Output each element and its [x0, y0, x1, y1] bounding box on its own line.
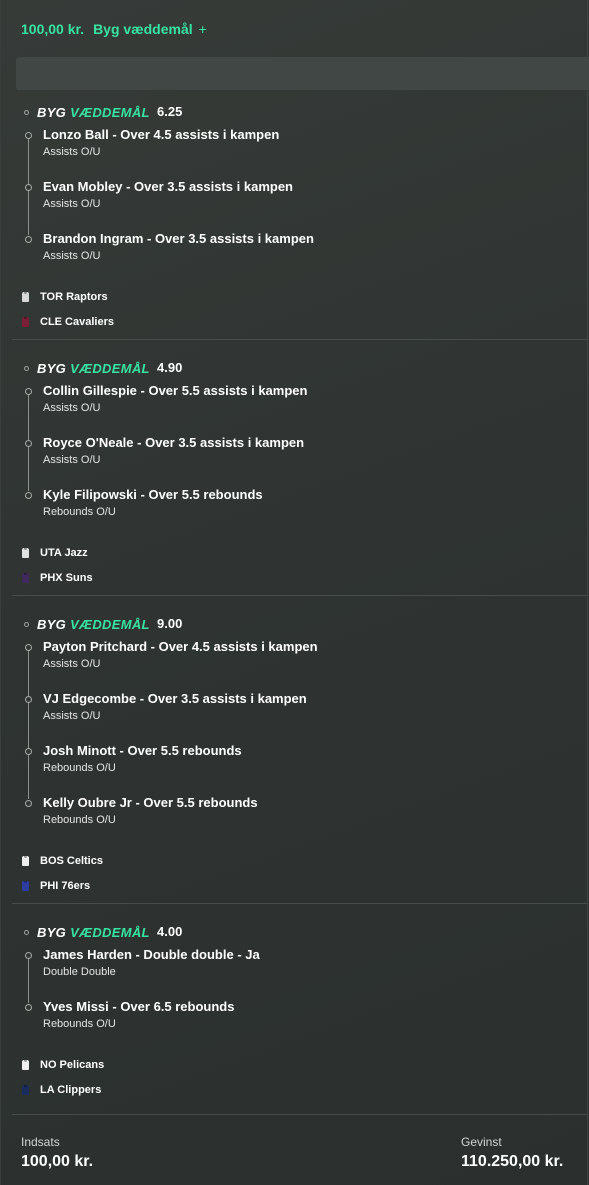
- bet-builder-logo-white: BYG: [37, 617, 67, 632]
- team-name: NO Pelicans: [40, 1059, 105, 1071]
- bet-builder-logo: BYG VÆDDEMÅL: [37, 925, 150, 940]
- team-name: PHI 76ers: [40, 880, 91, 892]
- bet-builder-logo-white: BYG: [37, 105, 67, 120]
- leg-title[interactable]: Kelly Oubre Jr - Over 5.5 rebounds: [43, 795, 258, 810]
- potential-win-label: Gevinst: [461, 1135, 502, 1149]
- leg-dot-icon: [25, 492, 32, 499]
- team-name: UTA Jazz: [40, 547, 88, 559]
- bet-builder-logo: BYG VÆDDEMÅL: [37, 105, 150, 120]
- leg-dot-icon: [25, 952, 32, 959]
- leg-market: Assists O/U: [43, 658, 101, 670]
- bet-builder-odds: 4.90: [157, 360, 183, 375]
- legs-connector-line: [28, 959, 29, 1003]
- bet-builder-dot-icon: [24, 622, 29, 627]
- bet-builder-dot-icon: [24, 930, 29, 935]
- leg-dot-icon: [25, 236, 32, 243]
- legs-connector-line: [28, 651, 29, 799]
- bet-divider: [12, 595, 587, 596]
- bet-builder-logo: BYG VÆDDEMÅL: [37, 361, 150, 376]
- bet-builder-logo-white: BYG: [37, 925, 67, 940]
- leg-dot-icon: [25, 748, 32, 755]
- la-clippers-jersey-icon: [22, 1085, 29, 1095]
- leg-title[interactable]: Kyle Filipowski - Over 5.5 rebounds: [43, 487, 263, 502]
- header-amount: 100,00 kr.: [21, 21, 85, 37]
- bet-slip-panel: 100,00 kr. Byg væddemål + BYG VÆDDEMÅL 6.25 L…: [0, 0, 589, 1185]
- stake-label: Indsats: [21, 1135, 60, 1149]
- leg-market: Assists O/U: [43, 198, 101, 210]
- leg-dot-icon: [25, 1004, 32, 1011]
- leg-title[interactable]: Yves Missi - Over 6.5 rebounds: [43, 999, 234, 1014]
- leg-dot-icon: [25, 388, 32, 395]
- bet-slip-header[interactable]: 100,00 kr. Byg væddemål +: [21, 21, 207, 37]
- leg-market: Assists O/U: [43, 146, 101, 158]
- header-plus-icon[interactable]: +: [199, 21, 207, 37]
- bet-builder-logo-green: VÆDDEMÅL: [70, 105, 150, 120]
- team-name: TOR Raptors: [40, 291, 108, 303]
- no-pelicans-jersey-icon: [22, 1060, 29, 1070]
- leg-market: Assists O/U: [43, 454, 101, 466]
- leg-title[interactable]: VJ Edgecombe - Over 3.5 assists i kampen: [43, 691, 307, 706]
- bet-builder-odds: 4.00: [157, 924, 183, 939]
- bet-builder-logo-white: BYG: [37, 361, 67, 376]
- potential-win-value: 110.250,00 kr.: [461, 1153, 564, 1170]
- bet-builder-logo-green: VÆDDEMÅL: [70, 617, 150, 632]
- header-title: Byg væddemål: [93, 21, 193, 37]
- leg-title[interactable]: Lonzo Ball - Over 4.5 assists i kampen: [43, 127, 279, 142]
- leg-dot-icon: [25, 132, 32, 139]
- leg-market: Rebounds O/U: [43, 762, 116, 774]
- leg-title[interactable]: Royce O'Neale - Over 3.5 assists i kampe…: [43, 435, 304, 450]
- leg-market: Assists O/U: [43, 250, 101, 262]
- leg-title[interactable]: Josh Minott - Over 5.5 rebounds: [43, 743, 242, 758]
- team-name: PHX Suns: [40, 572, 93, 584]
- leg-market: Rebounds O/U: [43, 506, 116, 518]
- bet-divider: [12, 903, 587, 904]
- leg-title[interactable]: James Harden - Double double - Ja: [43, 947, 260, 962]
- phi-76ers-jersey-icon: [22, 881, 29, 891]
- leg-title[interactable]: Payton Pritchard - Over 4.5 assists i ka…: [43, 639, 318, 654]
- leg-dot-icon: [25, 696, 32, 703]
- bet-builder-odds: 9.00: [157, 616, 183, 631]
- bos-celtics-jersey-icon: [22, 856, 29, 866]
- leg-dot-icon: [25, 184, 32, 191]
- leg-market: Assists O/U: [43, 402, 101, 414]
- bet-builder-dot-icon: [24, 366, 29, 371]
- leg-market: Rebounds O/U: [43, 1018, 116, 1030]
- bet-builder-odds: 6.25: [157, 104, 183, 119]
- cle-cavaliers-jersey-icon: [22, 317, 29, 327]
- team-name: LA Clippers: [40, 1084, 102, 1096]
- bet-builder-logo-green: VÆDDEMÅL: [70, 925, 150, 940]
- bet-builder-dot-icon: [24, 110, 29, 115]
- bet-builder-logo: BYG VÆDDEMÅL: [37, 617, 150, 632]
- header-bar: [16, 57, 589, 90]
- leg-market: Double Double: [43, 966, 116, 978]
- bet-divider: [12, 339, 587, 340]
- tor-raptors-jersey-icon: [22, 292, 29, 302]
- leg-title[interactable]: Collin Gillespie - Over 5.5 assists i ka…: [43, 383, 307, 398]
- bet-summary-footer: Indsats 100,00 kr. Gevinst 110.250,00 kr…: [1, 1115, 589, 1185]
- bet-builder-logo-green: VÆDDEMÅL: [70, 361, 150, 376]
- phx-suns-jersey-icon: [22, 573, 29, 583]
- team-name: BOS Celtics: [40, 855, 103, 867]
- leg-market: Rebounds O/U: [43, 814, 116, 826]
- leg-dot-icon: [25, 440, 32, 447]
- uta-jazz-jersey-icon: [22, 548, 29, 558]
- leg-title[interactable]: Evan Mobley - Over 3.5 assists i kampen: [43, 179, 293, 194]
- leg-dot-icon: [25, 800, 32, 807]
- leg-title[interactable]: Brandon Ingram - Over 3.5 assists i kamp…: [43, 231, 314, 246]
- leg-market: Assists O/U: [43, 710, 101, 722]
- leg-dot-icon: [25, 644, 32, 651]
- stake-value: 100,00 kr.: [21, 1153, 94, 1170]
- team-name: CLE Cavaliers: [40, 316, 114, 328]
